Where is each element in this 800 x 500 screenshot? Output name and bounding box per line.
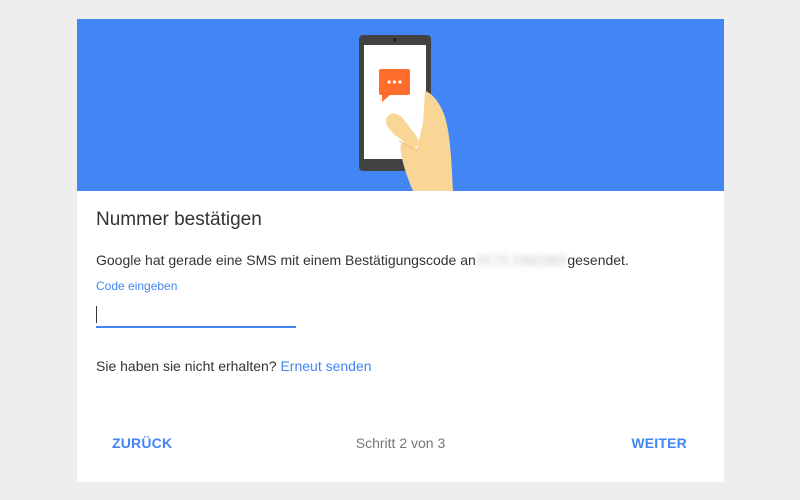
code-field-label: Code eingeben bbox=[96, 279, 178, 293]
message-prefix: Google hat gerade eine SMS mit einem Bes… bbox=[96, 252, 476, 268]
next-button[interactable]: WEITER bbox=[615, 425, 703, 461]
phone-camera bbox=[393, 38, 397, 42]
hero-banner bbox=[77, 19, 724, 191]
verification-message: Google hat gerade eine SMS mit einem Bes… bbox=[96, 252, 629, 268]
code-input[interactable] bbox=[96, 302, 296, 328]
phone-sms-illustration bbox=[359, 35, 453, 191]
verification-card: Nummer bestätigen Google hat gerade eine… bbox=[77, 19, 724, 482]
resend-question: Sie haben sie nicht erhalten? bbox=[96, 358, 277, 374]
masked-phone-number: 0173 2342363 bbox=[476, 252, 567, 268]
page-title: Nummer bestätigen bbox=[96, 209, 262, 230]
text-caret bbox=[96, 306, 97, 323]
dialog-footer: Schritt 2 von 3 ZURÜCK WEITER bbox=[77, 425, 724, 461]
resend-link[interactable]: Erneut senden bbox=[280, 358, 371, 374]
back-button[interactable]: ZURÜCK bbox=[96, 425, 188, 461]
message-suffix: gesendet. bbox=[567, 252, 629, 268]
resend-line: Sie haben sie nicht erhalten? Erneut sen… bbox=[96, 358, 372, 374]
